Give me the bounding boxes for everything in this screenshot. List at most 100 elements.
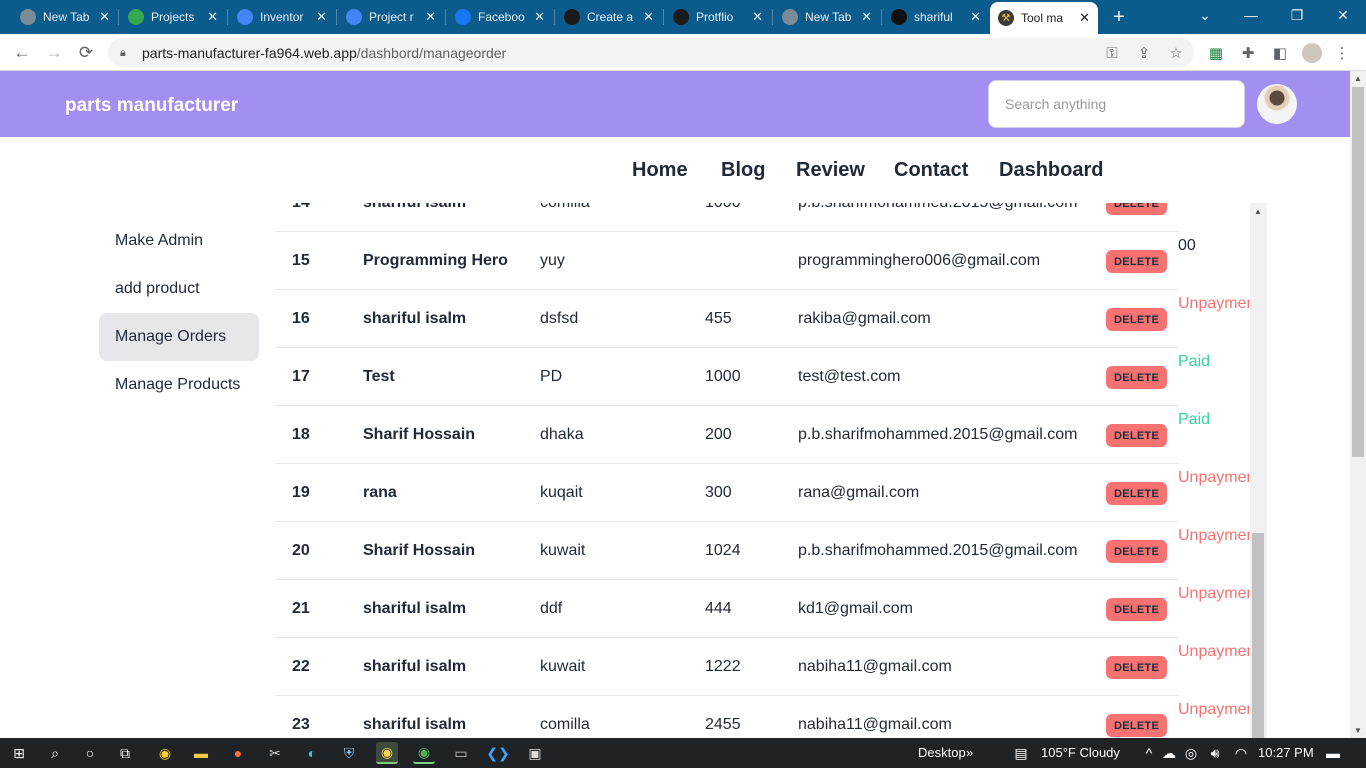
customer-name: Sharif Hossain [363,542,476,559]
extension-meter-icon[interactable]: ▦ [1206,43,1226,63]
page-scrollbar-thumb[interactable] [1352,87,1364,457]
brand-title[interactable]: parts manufacturer [65,95,238,117]
minimize-window-icon[interactable]: — [1228,0,1274,30]
table-row: 14 shariful isalm comilla 1000 p.b.sharifmoh… [275,203,1178,232]
delete-order-button[interactable]: DELETE [1106,482,1168,505]
nav-contact[interactable]: Contact [894,159,968,182]
address-bar[interactable]: 🔒︎ parts-manufacturer-fa964.web.app/dash… [108,38,1194,67]
menu-dots-icon[interactable]: ⋮ [1332,43,1352,63]
show-hidden-icons-icon[interactable]: ^ [1138,742,1160,764]
key-icon[interactable]: ⚿ [1102,43,1122,63]
delete-order-button[interactable]: DELETE [1106,366,1168,389]
page-scroll-down-arrow-icon[interactable]: ▼ [1354,726,1362,735]
share-icon[interactable]: ⇪ [1134,43,1154,63]
page-scrollbar[interactable]: ▲ ▼ [1350,71,1366,738]
scroll-up-arrow-icon[interactable]: ▲ [1254,207,1262,216]
browser-tab[interactable]: Project r ✕ [338,4,444,30]
nav-home[interactable]: Home [632,159,688,182]
delete-order-button[interactable]: DELETE [1106,424,1168,447]
profile-avatar-icon[interactable] [1302,43,1322,63]
sidebar-item-manage-orders[interactable]: Manage Orders [99,313,259,361]
close-window-icon[interactable]: ✕ [1320,0,1366,30]
table-scrollbar-thumb[interactable] [1252,533,1264,738]
order-quantity: 1000 [705,368,741,385]
close-tab-icon[interactable]: ✕ [643,9,654,25]
nav-blog[interactable]: Blog [721,159,765,182]
close-tab-icon[interactable]: ✕ [970,9,981,25]
search-input[interactable] [988,80,1245,128]
payment-status: Paid [1178,353,1211,370]
browser-tab[interactable]: Projects ✕ [120,4,226,30]
firefox-icon[interactable]: ● [227,742,249,764]
chrome-canary-icon[interactable]: ◉ [154,742,176,764]
weather-icon[interactable]: ▤ [1010,742,1032,764]
desktop-toolbar-label[interactable]: Desktop [918,745,966,760]
docs-icon [237,9,253,25]
cortana-circle-icon[interactable]: ○ [79,742,101,764]
delete-order-button[interactable]: DELETE [1106,598,1168,621]
onedrive-icon[interactable]: ☁ [1158,742,1180,764]
tab-separator [554,9,555,25]
nav-review[interactable]: Review [796,159,865,182]
delete-order-button[interactable]: DELETE [1106,203,1168,215]
close-tab-icon[interactable]: ✕ [316,9,327,25]
vscode-icon[interactable]: ❮❯ [486,742,509,764]
terminal-icon[interactable]: ▭ [450,742,472,764]
volume-icon[interactable]: 🔊︎ [1204,742,1226,764]
sidebar-item-make-admin[interactable]: Make Admin [99,217,259,265]
table-scrollbar[interactable]: ▲ [1250,203,1267,738]
delete-order-button[interactable]: DELETE [1106,308,1168,331]
photos-icon[interactable]: ▣ [524,742,546,764]
search-icon[interactable]: ⌕ [44,742,66,764]
bookmark-star-icon[interactable]: ☆ [1166,43,1186,63]
close-tab-icon[interactable]: ✕ [425,9,436,25]
close-tab-icon[interactable]: ✕ [99,9,110,25]
side-panel-icon[interactable]: ◧ [1270,43,1290,63]
close-tab-icon[interactable]: ✕ [752,9,763,25]
back-arrow-icon[interactable]: ← [10,41,34,65]
browser-tab[interactable]: shariful ✕ [883,4,989,30]
delete-order-button[interactable]: DELETE [1106,250,1168,273]
nav-dashboard[interactable]: Dashboard [999,159,1103,182]
close-tab-icon[interactable]: ✕ [1079,10,1090,26]
user-avatar[interactable] [1257,84,1297,124]
weather-text[interactable]: 105°F Cloudy [1041,745,1120,760]
chevron-right-icon[interactable]: » [966,745,973,760]
delete-order-button[interactable]: DELETE [1106,540,1168,563]
clock-time[interactable]: 10:27 PM [1258,745,1314,760]
snipping-tool-icon[interactable]: ✂ [264,742,286,764]
task-view-icon[interactable]: ⧉ [114,742,136,764]
close-tab-icon[interactable]: ✕ [534,9,545,25]
notifications-icon[interactable]: ▬ [1322,742,1344,764]
delete-order-button[interactable]: DELETE [1106,714,1168,737]
chrome-running-icon[interactable]: ◉ [376,742,398,764]
delete-order-button[interactable]: DELETE [1106,656,1168,679]
browser-tab[interactable]: Inventor ✕ [229,4,335,30]
close-tab-icon[interactable]: ✕ [207,9,218,25]
chrome-icon[interactable]: ◉ [413,742,435,764]
vpn-icon[interactable]: ⛨ [338,742,360,764]
restore-window-icon[interactable]: ❐ [1274,0,1320,30]
windows-start-icon[interactable]: ⊞ [8,742,30,764]
page-scroll-up-arrow-icon[interactable]: ▲ [1354,74,1362,83]
browser-tab[interactable]: Protflio ✕ [665,4,771,30]
browser-tab[interactable]: New Tab ✕ [774,4,880,30]
reload-icon[interactable]: ⟳ [74,41,98,65]
forward-arrow-icon[interactable]: → [42,41,66,65]
customer-email: programminghero006@gmail.com [798,252,1041,269]
browser-tab[interactable]: New Tab ✕ [12,4,118,30]
camera-icon[interactable]: ◎ [1180,742,1202,764]
new-tab-button[interactable]: + [1096,2,1142,32]
extensions-puzzle-icon[interactable]: ✚ [1238,43,1258,63]
sidebar-item-add-product[interactable]: add product [99,265,259,313]
browser-tab[interactable]: Faceboo ✕ [447,4,553,30]
edge-icon[interactable]: ◐ [301,742,323,764]
browser-tab[interactable]: Create a ✕ [556,4,662,30]
customer-email: rana@gmail.com [798,484,920,501]
tab-search-chevron-icon[interactable]: ⌄ [1182,0,1228,30]
close-tab-icon[interactable]: ✕ [861,9,872,25]
browser-tab-active[interactable]: ⚒ Tool ma ✕ [990,2,1098,34]
wifi-icon[interactable]: ◠ [1230,742,1252,764]
sidebar-item-manage-products[interactable]: Manage Products [99,361,259,409]
file-explorer-icon[interactable]: ▬ [190,742,212,764]
